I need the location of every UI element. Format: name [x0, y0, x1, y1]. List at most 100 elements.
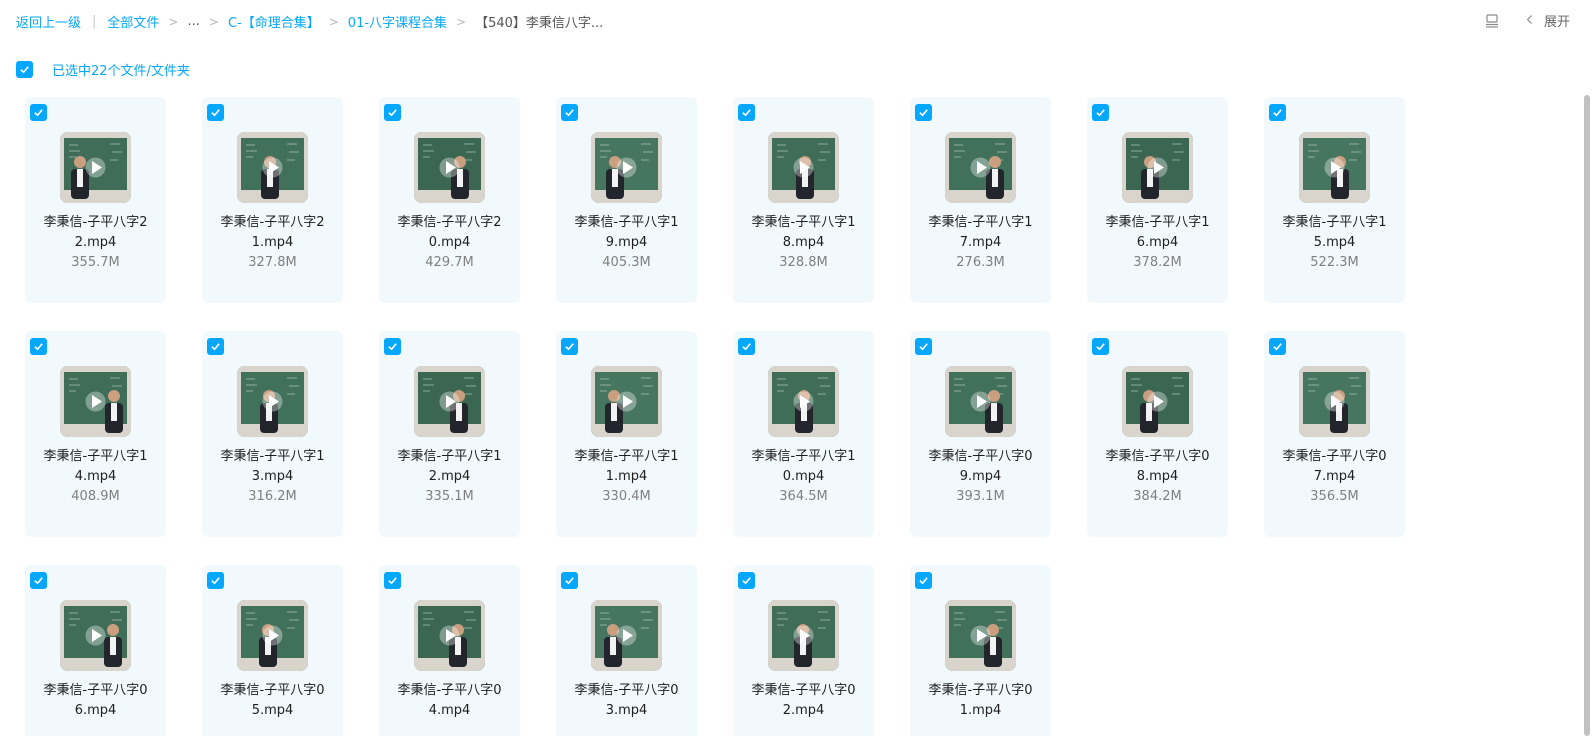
breadcrumb-level2[interactable]: 01-八字课程合集 — [348, 12, 447, 31]
file-checkbox[interactable] — [384, 104, 401, 121]
file-checkbox[interactable] — [384, 338, 401, 355]
file-name[interactable]: 李秉信-子平八字0 8.mp4 — [1091, 447, 1224, 487]
file-checkbox[interactable] — [915, 104, 932, 121]
file-checkbox[interactable] — [1092, 104, 1109, 121]
video-thumbnail[interactable] — [414, 366, 485, 437]
list-view-icon[interactable] — [1484, 13, 1500, 29]
file-name[interactable]: 李秉信-子平八字0 3.mp4 — [560, 681, 693, 721]
file-name[interactable]: 李秉信-子平八字1 8.mp4 — [737, 213, 870, 253]
file-checkbox[interactable] — [1092, 338, 1109, 355]
file-name[interactable]: 李秉信-子平八字1 6.mp4 — [1091, 213, 1224, 253]
video-thumbnail[interactable] — [60, 132, 131, 203]
file-checkbox[interactable] — [30, 104, 47, 121]
file-name[interactable]: 李秉信-子平八字2 1.mp4 — [206, 213, 339, 253]
file-card[interactable]: 李秉信-子平八字1 6.mp4 378.2M — [1087, 97, 1228, 303]
file-card[interactable]: 李秉信-子平八字1 1.mp4 330.4M — [556, 331, 697, 537]
file-card[interactable]: 李秉信-子平八字1 7.mp4 276.3M — [910, 97, 1051, 303]
file-name[interactable]: 李秉信-子平八字0 6.mp4 — [29, 681, 162, 721]
file-card[interactable]: 李秉信-子平八字0 5.mp4 — [202, 565, 343, 736]
video-thumbnail[interactable] — [237, 132, 308, 203]
file-checkbox[interactable] — [915, 572, 932, 589]
file-size: 335.1M — [425, 489, 474, 504]
file-name[interactable]: 李秉信-子平八字1 1.mp4 — [560, 447, 693, 487]
file-checkbox[interactable] — [738, 572, 755, 589]
file-name[interactable]: 李秉信-子平八字1 7.mp4 — [914, 213, 1047, 253]
vertical-scrollbar[interactable] — [1584, 95, 1590, 736]
file-checkbox[interactable] — [207, 572, 224, 589]
video-thumbnail[interactable] — [1122, 132, 1193, 203]
video-thumbnail[interactable] — [945, 132, 1016, 203]
video-thumbnail[interactable] — [60, 600, 131, 671]
file-name[interactable]: 李秉信-子平八字1 5.mp4 — [1268, 213, 1401, 253]
file-name[interactable]: 李秉信-子平八字1 9.mp4 — [560, 213, 693, 253]
expand-button[interactable]: 展开 — [1526, 11, 1570, 30]
video-thumbnail[interactable] — [591, 366, 662, 437]
file-name[interactable]: 李秉信-子平八字0 7.mp4 — [1268, 447, 1401, 487]
video-thumbnail[interactable] — [414, 600, 485, 671]
video-thumbnail[interactable] — [945, 600, 1016, 671]
file-card[interactable]: 李秉信-子平八字1 9.mp4 405.3M — [556, 97, 697, 303]
file-name[interactable]: 李秉信-子平八字2 2.mp4 — [29, 213, 162, 253]
video-thumbnail[interactable] — [591, 600, 662, 671]
select-all-checkbox[interactable] — [16, 61, 33, 78]
file-name-line2: 9.mp4 — [605, 235, 648, 250]
video-thumbnail[interactable] — [237, 366, 308, 437]
file-card[interactable]: 李秉信-子平八字1 5.mp4 522.3M — [1264, 97, 1405, 303]
video-thumbnail[interactable] — [1122, 366, 1193, 437]
file-checkbox[interactable] — [561, 338, 578, 355]
file-card[interactable]: 李秉信-子平八字2 1.mp4 327.8M — [202, 97, 343, 303]
file-checkbox[interactable] — [738, 104, 755, 121]
file-checkbox[interactable] — [207, 104, 224, 121]
file-card[interactable]: 李秉信-子平八字0 3.mp4 — [556, 565, 697, 736]
video-thumbnail[interactable] — [414, 132, 485, 203]
video-thumbnail[interactable] — [945, 366, 1016, 437]
file-checkbox[interactable] — [1269, 104, 1286, 121]
file-card[interactable]: 李秉信-子平八字1 8.mp4 328.8M — [733, 97, 874, 303]
video-thumbnail[interactable] — [768, 600, 839, 671]
file-name[interactable]: 李秉信-子平八字2 0.mp4 — [383, 213, 516, 253]
file-checkbox[interactable] — [30, 338, 47, 355]
file-name[interactable]: 李秉信-子平八字0 4.mp4 — [383, 681, 516, 721]
file-card[interactable]: 李秉信-子平八字0 9.mp4 393.1M — [910, 331, 1051, 537]
file-name[interactable]: 李秉信-子平八字1 2.mp4 — [383, 447, 516, 487]
video-thumbnail[interactable] — [768, 366, 839, 437]
file-name[interactable]: 李秉信-子平八字0 2.mp4 — [737, 681, 870, 721]
file-card[interactable]: 李秉信-子平八字1 3.mp4 316.2M — [202, 331, 343, 537]
video-thumbnail[interactable] — [60, 366, 131, 437]
file-checkbox[interactable] — [207, 338, 224, 355]
file-name[interactable]: 李秉信-子平八字1 4.mp4 — [29, 447, 162, 487]
file-card[interactable]: 李秉信-子平八字2 2.mp4 355.7M — [25, 97, 166, 303]
file-checkbox[interactable] — [738, 338, 755, 355]
file-card[interactable]: 李秉信-子平八字0 7.mp4 356.5M — [1264, 331, 1405, 537]
file-checkbox[interactable] — [30, 572, 47, 589]
file-name[interactable]: 李秉信-子平八字1 3.mp4 — [206, 447, 339, 487]
file-checkbox[interactable] — [561, 572, 578, 589]
file-card[interactable]: 李秉信-子平八字0 4.mp4 — [379, 565, 520, 736]
file-checkbox[interactable] — [1269, 338, 1286, 355]
file-name[interactable]: 李秉信-子平八字1 0.mp4 — [737, 447, 870, 487]
file-name[interactable]: 李秉信-子平八字0 5.mp4 — [206, 681, 339, 721]
video-thumbnail[interactable] — [237, 600, 308, 671]
file-card[interactable]: 李秉信-子平八字0 1.mp4 — [910, 565, 1051, 736]
file-checkbox[interactable] — [384, 572, 401, 589]
file-card[interactable]: 李秉信-子平八字1 4.mp4 408.9M — [25, 331, 166, 537]
file-card[interactable]: 李秉信-子平八字1 2.mp4 335.1M — [379, 331, 520, 537]
file-checkbox[interactable] — [915, 338, 932, 355]
breadcrumb-all-files[interactable]: 全部文件 — [107, 12, 159, 31]
file-name[interactable]: 李秉信-子平八字0 1.mp4 — [914, 681, 1047, 721]
back-link[interactable]: 返回上一级 — [16, 12, 81, 31]
file-card[interactable]: 李秉信-子平八字0 2.mp4 — [733, 565, 874, 736]
breadcrumb-level1[interactable]: C-【命理合集】 — [228, 12, 320, 31]
file-card[interactable]: 李秉信-子平八字0 8.mp4 384.2M — [1087, 331, 1228, 537]
video-thumbnail[interactable] — [768, 132, 839, 203]
file-card[interactable]: 李秉信-子平八字2 0.mp4 429.7M — [379, 97, 520, 303]
file-card[interactable]: 李秉信-子平八字1 0.mp4 364.5M — [733, 331, 874, 537]
file-size: 355.7M — [71, 255, 120, 270]
breadcrumb-ellipsis[interactable]: ... — [187, 14, 199, 29]
file-checkbox[interactable] — [561, 104, 578, 121]
video-thumbnail[interactable] — [1299, 366, 1370, 437]
video-thumbnail[interactable] — [1299, 132, 1370, 203]
file-name[interactable]: 李秉信-子平八字0 9.mp4 — [914, 447, 1047, 487]
file-card[interactable]: 李秉信-子平八字0 6.mp4 — [25, 565, 166, 736]
video-thumbnail[interactable] — [591, 132, 662, 203]
